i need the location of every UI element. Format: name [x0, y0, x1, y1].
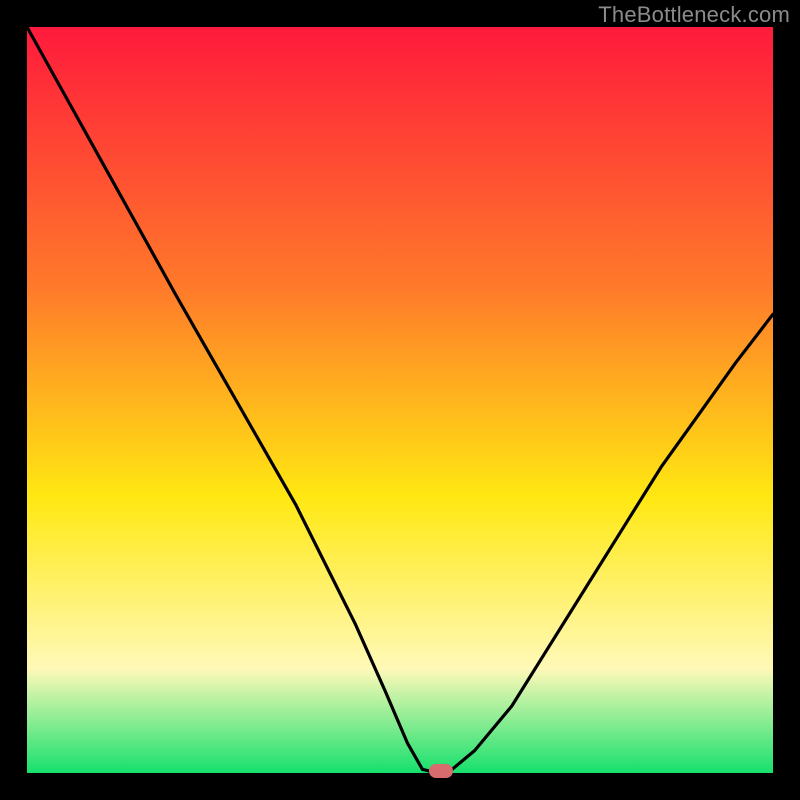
- optimum-marker: [429, 764, 453, 778]
- plot-svg: [0, 0, 800, 800]
- gradient-background: [27, 27, 773, 773]
- chart-frame: { "attribution": "TheBottleneck.com", "c…: [0, 0, 800, 800]
- attribution-label: TheBottleneck.com: [598, 2, 790, 28]
